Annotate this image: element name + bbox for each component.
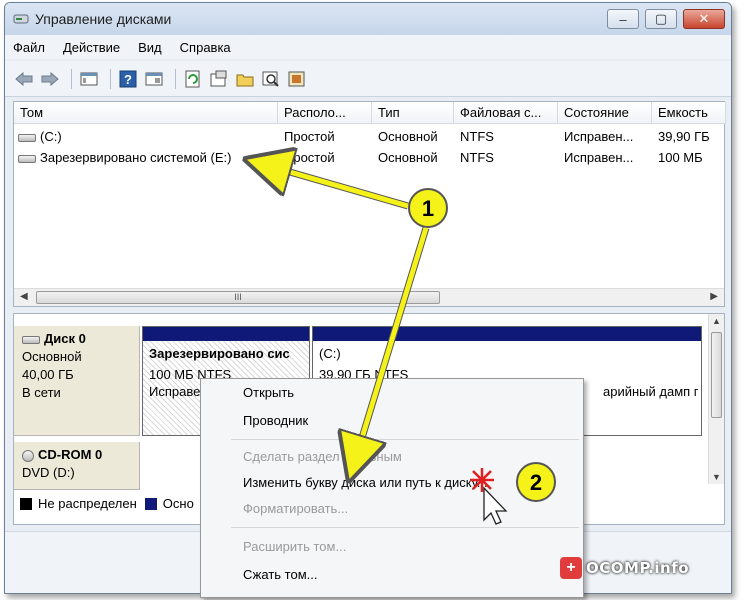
menu-separator <box>231 527 579 528</box>
disk-type: DVD (D:) <box>22 465 75 480</box>
minimize-button[interactable]: – <box>607 9 639 29</box>
drive-icon <box>18 154 36 163</box>
disk-size: 40,00 ГБ <box>22 367 74 382</box>
hard-disk-icon <box>22 335 40 344</box>
column-header-capacity[interactable]: Емкость <box>652 102 726 124</box>
watermark-badge: + <box>560 557 582 579</box>
volume-filesystem: NTFS <box>460 150 494 165</box>
disk-management-icon <box>13 14 29 24</box>
settings-icon[interactable] <box>286 68 308 90</box>
properties-icon[interactable] <box>143 68 165 90</box>
volume-type: Основной <box>378 129 438 144</box>
volume-capacity: 100 МБ <box>658 150 703 165</box>
toolbar-separator <box>110 68 111 89</box>
search-icon[interactable] <box>260 68 282 90</box>
table-row[interactable]: Зарезервировано системой (E:) Простой Ос… <box>14 147 724 168</box>
refresh-icon[interactable] <box>182 68 204 90</box>
menu-item-open[interactable]: Открыть <box>243 385 294 400</box>
menu-item-format[interactable]: Форматировать... <box>243 501 348 516</box>
disk-status: В сети <box>22 385 61 400</box>
menu-action[interactable]: Действие <box>63 40 120 55</box>
column-header-filesystem[interactable]: Файловая с... <box>454 102 558 124</box>
toolbar: ? <box>5 61 731 97</box>
disk-name: CD-ROM 0 <box>38 447 103 462</box>
console-icon[interactable] <box>78 68 100 90</box>
drive-icon <box>18 133 36 142</box>
title-bar[interactable]: Управление дисками – ▢ ✕ <box>5 3 731 35</box>
help-icon[interactable]: ? <box>117 68 139 90</box>
back-arrow-icon[interactable] <box>13 68 35 90</box>
menu-item-extend[interactable]: Расширить том... <box>243 539 346 554</box>
volume-capacity: 39,90 ГБ <box>658 129 710 144</box>
scroll-thumb[interactable]: III <box>36 291 440 304</box>
scroll-left-icon[interactable]: ◀ <box>20 291 28 302</box>
column-header-type[interactable]: Тип <box>372 102 454 124</box>
watermark: + OCOMP.info <box>560 556 689 580</box>
menu-item-shrink[interactable]: Сжать том... <box>243 567 317 582</box>
table-row[interactable]: (C:) Простой Основной NTFS Исправен... 3… <box>14 126 724 147</box>
volume-list: Том Располо... Тип Файловая с... Состоян… <box>13 101 726 307</box>
column-header-status[interactable]: Состояние <box>558 102 652 124</box>
open-icon[interactable] <box>234 68 256 90</box>
partition-title: Зарезервировано сис <box>149 346 290 361</box>
svg-text:?: ? <box>124 72 132 87</box>
column-header-volume[interactable]: Том <box>14 102 278 124</box>
cdrom-0-label[interactable]: CD-ROM 0 DVD (D:) <box>14 442 140 490</box>
legend-primary-swatch <box>144 497 157 510</box>
volume-name: (C:) <box>40 129 62 144</box>
menu-file[interactable]: Файл <box>13 40 45 55</box>
menu-bar: Файл Действие Вид Справка <box>5 35 731 59</box>
scroll-down-icon[interactable]: ▼ <box>712 472 721 482</box>
close-button[interactable]: ✕ <box>683 9 725 29</box>
toolbar-separator <box>175 68 176 89</box>
cd-drive-icon <box>22 449 34 462</box>
volume-name: Зарезервировано системой (E:) <box>40 150 232 165</box>
volume-filesystem: NTFS <box>460 129 494 144</box>
menu-view[interactable]: Вид <box>138 40 162 55</box>
menu-item-mark-active[interactable]: Сделать раздел активным <box>243 449 402 464</box>
menu-item-explorer[interactable]: Проводник <box>243 413 308 428</box>
menu-help[interactable]: Справка <box>180 40 231 55</box>
scroll-thumb[interactable] <box>711 332 722 418</box>
scroll-up-icon[interactable]: ▲ <box>712 316 721 326</box>
disk-type: Основной <box>22 349 82 364</box>
volume-type: Основной <box>378 150 438 165</box>
menu-separator <box>231 439 579 440</box>
volume-status: Исправен... <box>564 129 634 144</box>
toolbar-separator <box>71 68 72 89</box>
partition-bar <box>143 327 309 341</box>
window-title: Управление дисками <box>35 11 172 27</box>
volume-status: Исправен... <box>564 150 634 165</box>
volume-layout: Простой <box>284 129 335 144</box>
vertical-scrollbar[interactable]: ▲ ▼ <box>708 314 724 484</box>
forward-arrow-icon[interactable] <box>39 68 61 90</box>
legend-primary-label: Осно <box>162 496 194 511</box>
scroll-right-icon[interactable]: ▶ <box>710 291 718 302</box>
volume-layout: Простой <box>284 150 335 165</box>
context-menu: Открыть Проводник Сделать раздел активны… <box>200 378 584 598</box>
partition-title: (C:) <box>319 346 341 361</box>
disk-0-label[interactable]: Диск 0 Основной 40,00 ГБ В сети <box>14 326 140 436</box>
partition-bar <box>313 327 701 341</box>
column-header-layout[interactable]: Располо... <box>278 102 372 124</box>
rescan-icon[interactable] <box>208 68 230 90</box>
legend: Не распределен Осно <box>20 496 194 511</box>
maximize-button[interactable]: ▢ <box>645 9 677 29</box>
disk-name: Диск 0 <box>44 331 86 346</box>
menu-item-change-drive-letter[interactable]: Изменить букву диска или путь к диску... <box>243 475 488 490</box>
legend-unallocated-swatch <box>20 497 32 510</box>
watermark-text: OCOMP.info <box>586 559 690 577</box>
legend-unallocated-label: Не распределен <box>38 496 137 511</box>
horizontal-scrollbar[interactable]: ◀ III ▶ <box>14 288 724 306</box>
